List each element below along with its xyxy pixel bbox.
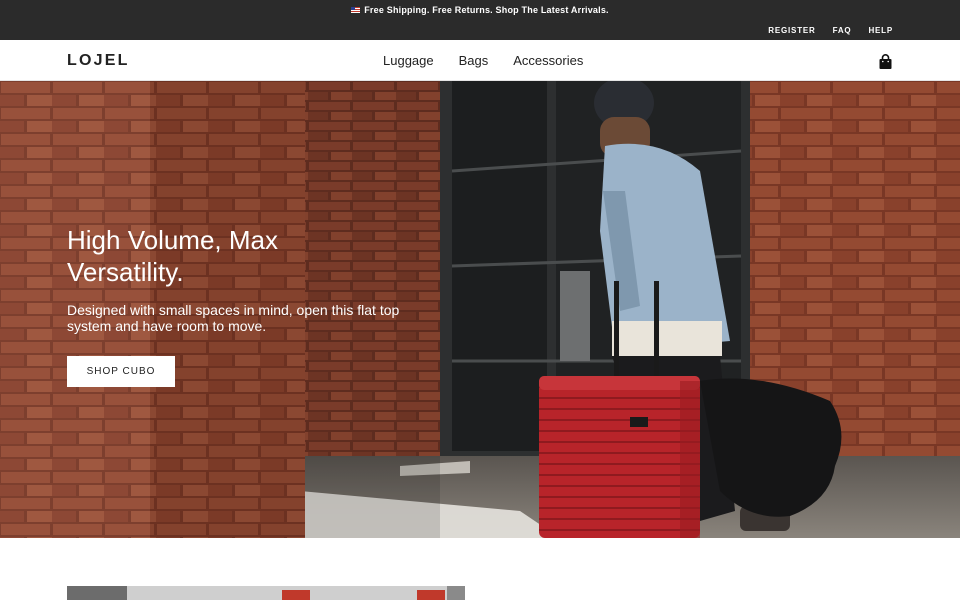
hero-subtitle: Designed with small spaces in mind, open…	[67, 302, 400, 334]
nav-item-accessories[interactable]: Accessories	[513, 53, 583, 68]
nav-item-luggage[interactable]: Luggage	[383, 53, 434, 68]
help-link[interactable]: HELP	[868, 26, 893, 35]
announcement-text: Free Shipping. Free Returns. Shop The La…	[364, 5, 609, 15]
site-header: LOJEL Luggage Bags Accessories	[0, 40, 960, 81]
shop-cubo-button[interactable]: SHOP CUBO	[67, 356, 175, 387]
utility-links: REGISTER FAQ HELP	[768, 26, 893, 35]
announcement-message[interactable]: Free Shipping. Free Returns. Shop The La…	[0, 5, 960, 15]
us-flag-icon	[351, 7, 361, 13]
announcement-bar: Free Shipping. Free Returns. Shop The La…	[0, 0, 960, 40]
register-link[interactable]: REGISTER	[768, 26, 815, 35]
promo-image-graphic	[67, 586, 465, 600]
faq-link[interactable]: FAQ	[833, 26, 852, 35]
nav-item-bags[interactable]: Bags	[459, 53, 489, 68]
hero-banner: High Volume, Max Versatility. Designed w…	[0, 81, 960, 538]
logo[interactable]: LOJEL	[67, 52, 130, 70]
promo-image[interactable]	[67, 586, 465, 600]
hero-title: High Volume, Max Versatility.	[67, 225, 278, 287]
main-nav: Luggage Bags Accessories	[383, 53, 583, 68]
shopping-bag-icon[interactable]	[878, 54, 893, 70]
